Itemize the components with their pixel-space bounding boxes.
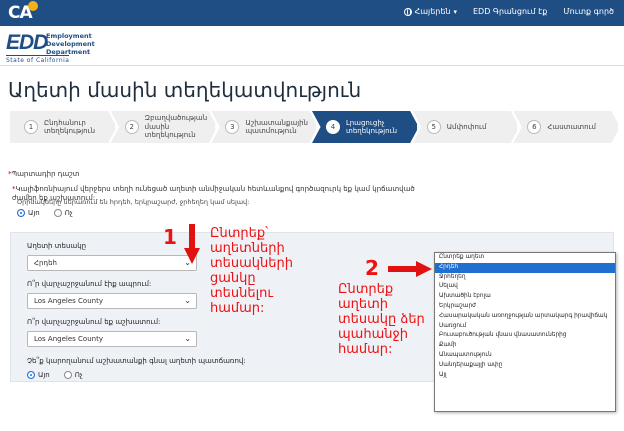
edd-mark: EDD bbox=[6, 31, 48, 54]
radio-checked-icon bbox=[27, 371, 35, 379]
dropdown-option[interactable]: Երկրաշարժ bbox=[435, 302, 615, 312]
globe-icon bbox=[403, 7, 412, 16]
dropdown-option[interactable]: Սանդերաքայլի ափը bbox=[435, 361, 615, 371]
step-4[interactable]: 4 Լրացուցիչ տեղեկություն bbox=[312, 111, 419, 143]
county-work-select[interactable]: Los Angeles County ⌄ bbox=[27, 331, 197, 347]
step-3[interactable]: 3 Աշխատանքային պատմություն bbox=[211, 111, 319, 143]
edd-state: State of California bbox=[6, 55, 70, 64]
arrow-right-icon bbox=[388, 261, 432, 277]
annotation-number-2: 2 bbox=[365, 256, 379, 280]
login-link[interactable]: Մուտք գործ bbox=[563, 7, 614, 16]
step-label: Ամփոփում bbox=[446, 122, 487, 131]
topbar-links: Հայերեն ▾ EDD Գրանցում էք Մուտք գործ bbox=[403, 7, 614, 16]
radio-checked-icon bbox=[17, 209, 25, 217]
question-disaster-radios: Այո Ոչ bbox=[17, 209, 73, 217]
dropdown-option[interactable]: Ջրհեղեղ bbox=[435, 273, 615, 283]
dropdown-option[interactable]: Սառցում bbox=[435, 322, 615, 332]
annotation-text-1: Ընտրեք՝ աղետների տեսակների ցանկը տեսնելո… bbox=[210, 226, 293, 316]
step-label: Զբաղվածության մասին տեղեկություն bbox=[144, 114, 208, 140]
county-live-label: Ո՞ր վարչաշրջանում էիք ապրում: bbox=[27, 280, 152, 288]
top-bar: CA Հայերեն ▾ EDD Գրանցում էք Մուտք գործ bbox=[0, 0, 624, 26]
step-number: 1 bbox=[24, 120, 38, 134]
edd-line-2: Development bbox=[46, 40, 95, 48]
step-label: Լրացուցիչ տեղեկություն bbox=[346, 118, 398, 136]
unable-work-label: Չե՞ք կարողանում աշխատանքի գնալ աղետի պատ… bbox=[27, 357, 246, 365]
step-6[interactable]: 6 Հաստատում bbox=[513, 111, 621, 143]
progress-stepper: 1 Ընդհանուր տեղեկություն 2 Զբաղվածության մա… bbox=[10, 111, 621, 143]
step-2[interactable]: 2 Զբաղվածության մասին տեղեկություն bbox=[110, 111, 218, 143]
radio-no[interactable]: Ոչ bbox=[53, 209, 73, 217]
radio-yes[interactable]: Այո bbox=[17, 209, 40, 217]
step-5[interactable]: 5 Ամփոփում bbox=[412, 111, 520, 143]
disaster-type-dropdown-list[interactable]: Ընտրեք աղետ Հրդեհ Ջրհեղեղ Սելավ Ախտածին էբոլ… bbox=[434, 252, 616, 412]
dropdown-option[interactable]: Բուսաբուծության վնաս վնասատուներից bbox=[435, 331, 615, 341]
radio-unchecked-icon bbox=[63, 371, 72, 379]
chevron-down-icon: ▾ bbox=[453, 7, 457, 16]
step-label: Աշխատանքային պատմություն bbox=[245, 118, 308, 136]
unable-work-radios: Այո Ոչ bbox=[27, 371, 83, 379]
arrow-down-icon bbox=[184, 224, 200, 264]
help-text: Օրինակները ներառում են հրդեհ, երկրաշարժ,… bbox=[17, 198, 250, 206]
dropdown-option[interactable]: Ընտրեք աղետ bbox=[435, 253, 615, 263]
step-number: 3 bbox=[225, 120, 240, 134]
unable-radio-yes[interactable]: Այո bbox=[27, 371, 50, 379]
chevron-down-icon: ⌄ bbox=[184, 334, 191, 343]
dropdown-option[interactable]: Անապատություն bbox=[435, 351, 615, 361]
step-number: 2 bbox=[124, 120, 139, 134]
step-label: Հաստատում bbox=[547, 122, 596, 131]
edd-logo[interactable]: EDD Employment Development Department St… bbox=[6, 29, 96, 64]
dropdown-option[interactable]: Այլ bbox=[435, 371, 615, 381]
step-number: 6 bbox=[527, 120, 542, 134]
annotation-text-2: Ընտրեք աղետի տեսակը ձեր պահանջի համար: bbox=[338, 282, 425, 357]
disaster-type-select[interactable]: Հրդեհ ⌄ bbox=[27, 255, 197, 271]
dropdown-option[interactable]: Ախտածին էբոլա bbox=[435, 292, 615, 302]
edd-name: Employment Development Department bbox=[46, 32, 95, 56]
chevron-down-icon: ⌄ bbox=[184, 296, 191, 305]
sun-icon bbox=[27, 1, 38, 11]
dropdown-option[interactable]: Հրդեհ bbox=[435, 262, 615, 273]
step-number: 5 bbox=[426, 120, 441, 134]
page-title: Աղետի մասին տեղեկատվություն bbox=[8, 78, 362, 102]
disaster-type-label: Աղետի տեսակը bbox=[27, 242, 87, 250]
required-note: *Պարտադիր դաշտ bbox=[8, 170, 80, 178]
step-number: 4 bbox=[326, 120, 341, 134]
step-label: Ընդհանուր տեղեկություն bbox=[44, 118, 96, 136]
edd-line-1: Employment bbox=[46, 32, 92, 40]
language-label: Հայերեն bbox=[414, 7, 451, 16]
site-header: EDD Employment Development Department St… bbox=[0, 26, 624, 66]
language-select[interactable]: Հայերեն ▾ bbox=[403, 7, 457, 16]
county-work-label: Ո՞ր վարչաշրջանում եք աշխատում: bbox=[27, 318, 161, 326]
dropdown-option[interactable]: Սելավ bbox=[435, 282, 615, 292]
annotation-number-1: 1 bbox=[163, 225, 177, 249]
dropdown-option[interactable]: Հասարակական առողջության արտակարգ իրավիճա… bbox=[435, 312, 615, 322]
dropdown-option[interactable]: Քամի bbox=[435, 341, 615, 351]
step-1[interactable]: 1 Ընդհանուր տեղեկություն bbox=[10, 111, 117, 143]
unable-radio-no[interactable]: Ոչ bbox=[63, 371, 83, 379]
county-live-select[interactable]: Los Angeles County ⌄ bbox=[27, 293, 197, 309]
my-account-link[interactable]: EDD Գրանցում էք bbox=[473, 7, 547, 16]
radio-unchecked-icon bbox=[53, 209, 62, 217]
ca-gov-logo[interactable]: CA bbox=[8, 1, 38, 23]
